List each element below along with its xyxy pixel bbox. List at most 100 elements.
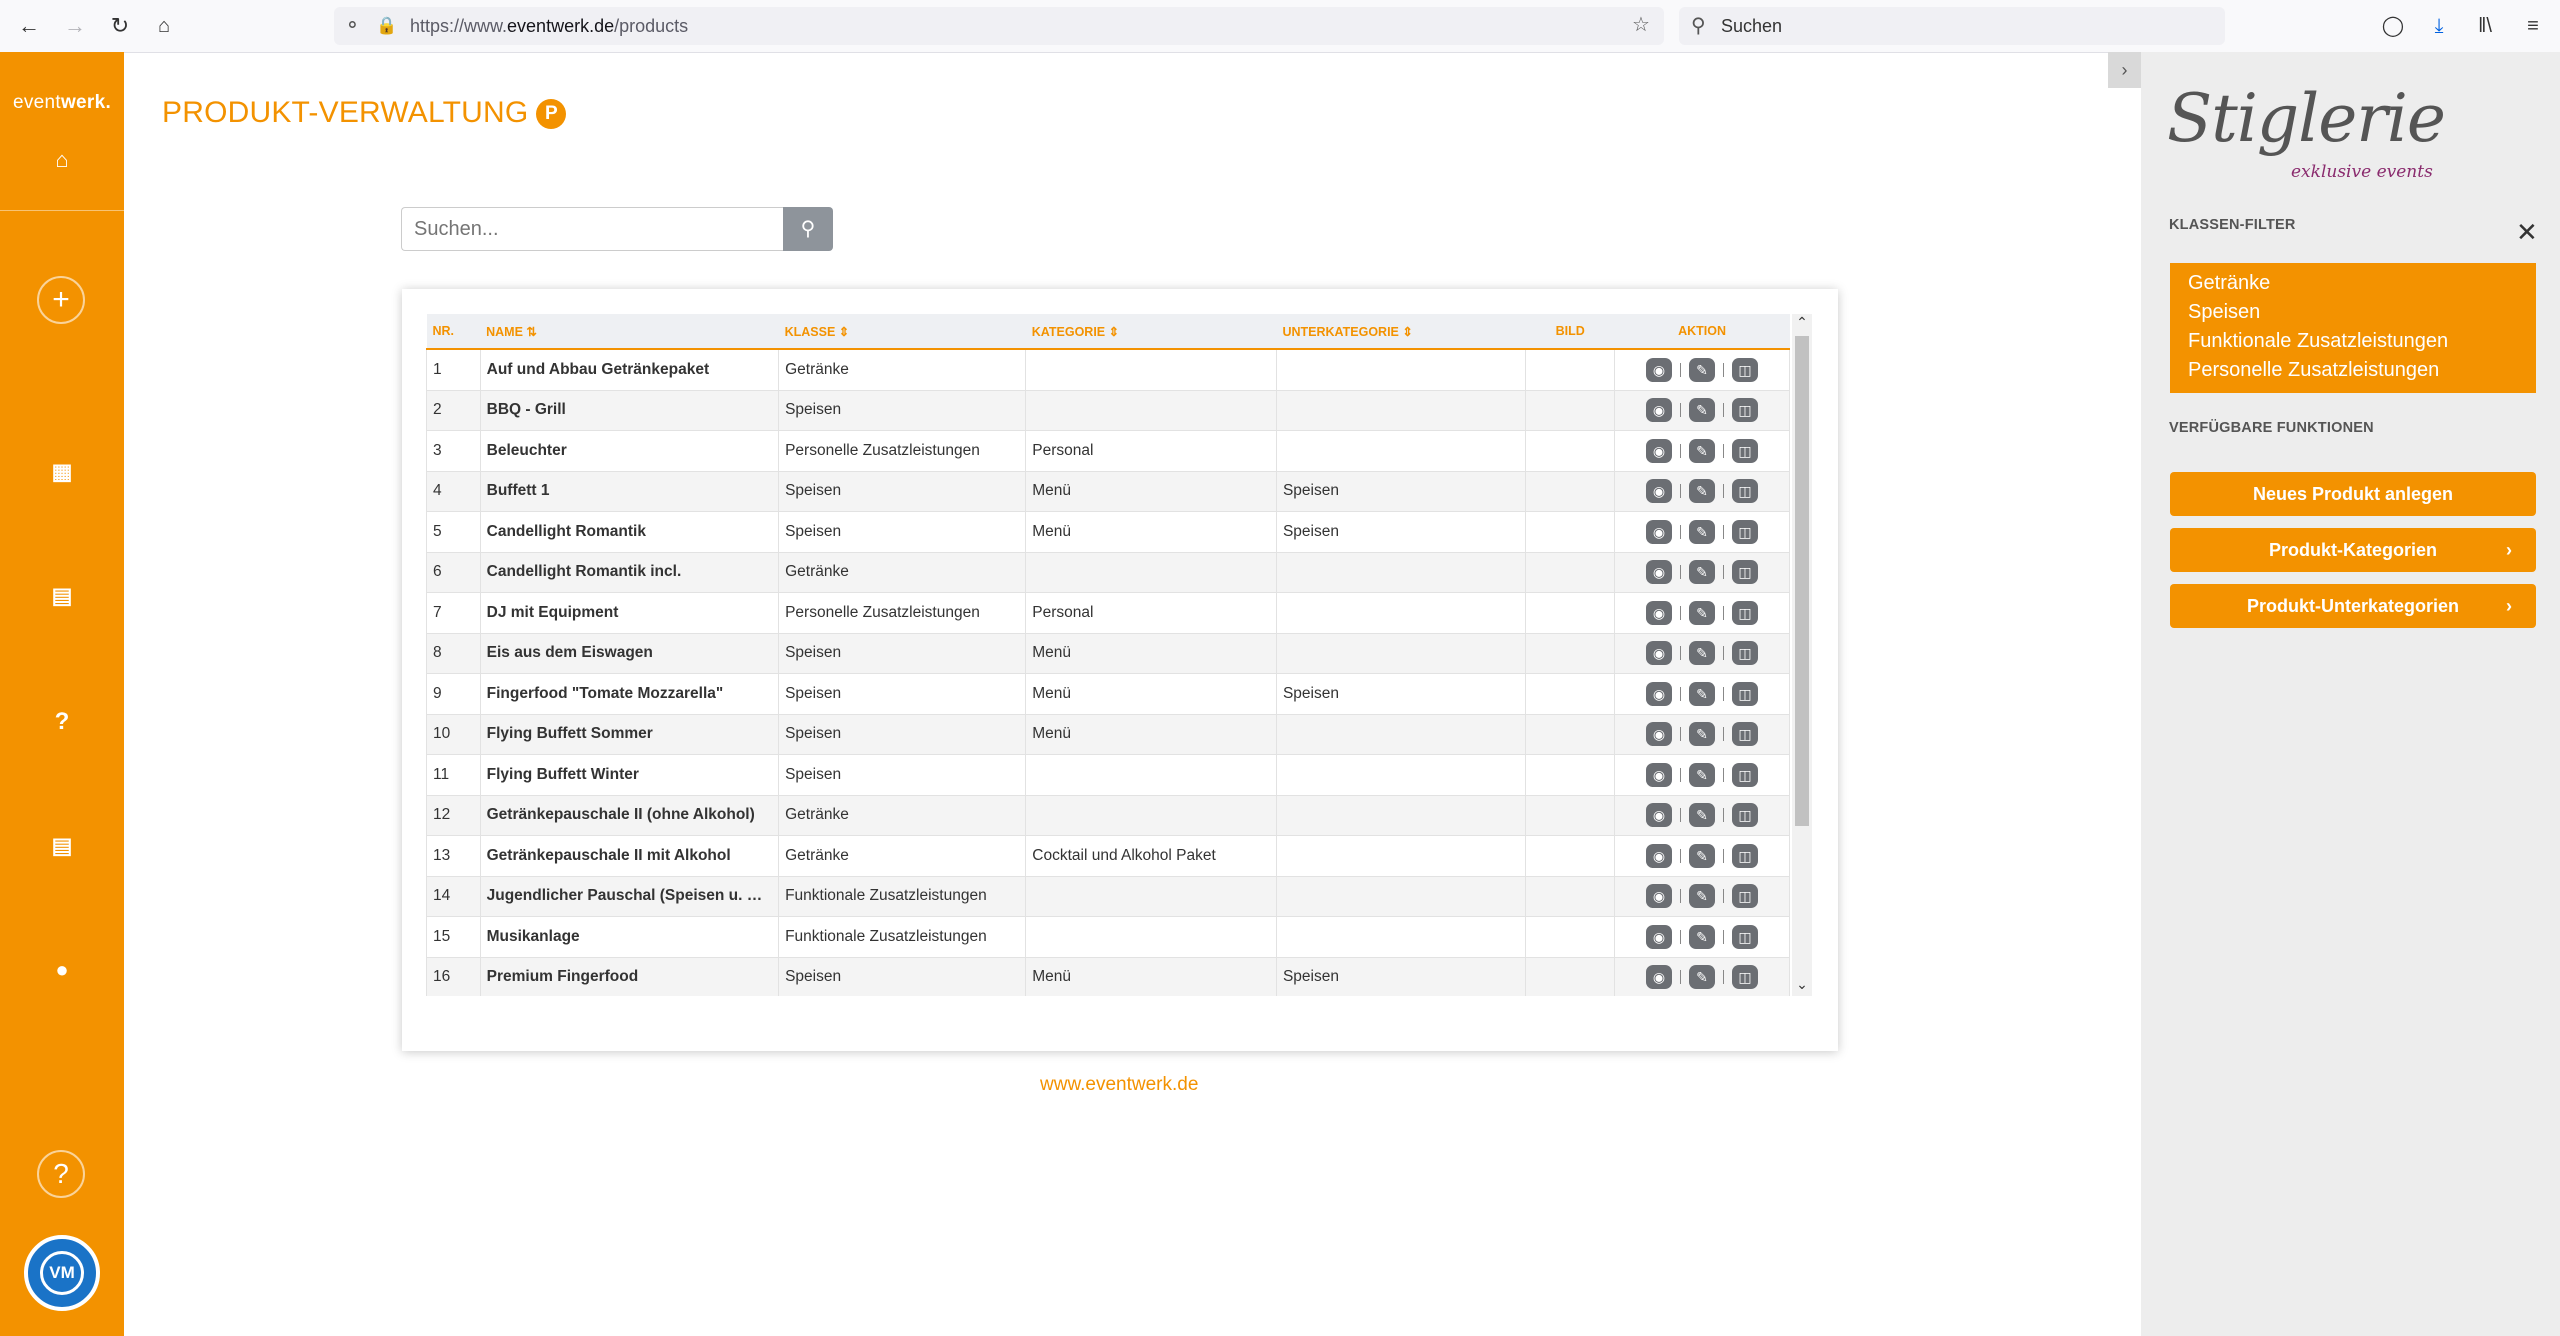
- table-row[interactable]: 6 Candellight Romantik incl. Getränke ◉ ✎ ◫: [426, 551, 1790, 593]
- url-text[interactable]: https://www.eventwerk.de/products: [410, 7, 688, 45]
- product-categories-button[interactable]: Produkt-Kategorien ›: [2170, 528, 2536, 572]
- new-product-button[interactable]: Neues Produkt anlegen: [2170, 472, 2536, 516]
- reload-icon[interactable]: ↻: [105, 11, 135, 41]
- menu-icon[interactable]: ≡: [2518, 11, 2548, 41]
- filter-item-funktionale[interactable]: Funktionale Zusatzleistungen: [2170, 327, 2536, 356]
- trash-icon[interactable]: ◫: [1732, 803, 1759, 828]
- table-row[interactable]: 4 Buffett 1 Speisen Menü Speisen ◉ ✎ ◫: [426, 470, 1790, 512]
- product-search-field[interactable]: [401, 207, 786, 251]
- col-header-name[interactable]: NAME ⇅: [480, 314, 779, 350]
- edit-icon[interactable]: ✎: [1689, 398, 1716, 423]
- scroll-thumb[interactable]: [1795, 336, 1809, 826]
- eye-icon[interactable]: ◉: [1646, 843, 1673, 868]
- home-icon[interactable]: ⌂: [0, 147, 124, 173]
- class-filter-list[interactable]: Getränke Speisen Funktionale Zusatzleist…: [2170, 263, 2536, 393]
- trash-icon[interactable]: ◫: [1732, 762, 1759, 787]
- forward-icon[interactable]: →: [60, 11, 90, 41]
- eye-icon[interactable]: ◉: [1646, 560, 1673, 585]
- search-button[interactable]: ⚲: [783, 207, 833, 251]
- table-scrollbar[interactable]: ⌃ ⌄: [1792, 314, 1812, 996]
- col-header-nr[interactable]: NR.: [426, 314, 481, 350]
- table-row[interactable]: 8 Eis aus dem Eiswagen Speisen Menü ◉ ✎ ◫: [426, 632, 1790, 674]
- table-row[interactable]: 9 Fingerfood "Tomate Mozzarella" Speisen Me…: [426, 673, 1790, 715]
- col-header-kategorie[interactable]: KATEGORIE ⇕: [1025, 314, 1277, 350]
- table-icon[interactable]: ▤: [0, 833, 124, 859]
- table-row[interactable]: 10 Flying Buffett Sommer Speisen Menü ◉ ✎ ◫: [426, 713, 1790, 755]
- footer-link[interactable]: www.eventwerk.de: [1040, 1074, 1198, 1096]
- eye-icon[interactable]: ◉: [1646, 803, 1673, 828]
- eye-icon[interactable]: ◉: [1646, 519, 1673, 544]
- product-subcategories-button[interactable]: Produkt-Unterkategorien ›: [2170, 584, 2536, 628]
- table-row[interactable]: 14 Jugendlicher Pauschal (Speisen u. Getr…: [426, 875, 1790, 917]
- trash-icon[interactable]: ◫: [1732, 560, 1759, 585]
- edit-icon[interactable]: ✎: [1689, 600, 1716, 625]
- edit-icon[interactable]: ✎: [1689, 722, 1716, 747]
- table-row[interactable]: 16 Premium Fingerfood Speisen Menü Speisen ◉ ✎…: [426, 956, 1790, 996]
- table-row[interactable]: 5 Candellight Romantik Speisen Menü Speisen ◉…: [426, 511, 1790, 553]
- table-row[interactable]: 1 Auf und Abbau Getränkepaket Getränke ◉ ✎ ◫: [426, 348, 1790, 391]
- eye-icon[interactable]: ◉: [1646, 884, 1673, 909]
- close-icon[interactable]: ✕: [2516, 217, 2538, 248]
- trash-icon[interactable]: ◫: [1732, 965, 1759, 990]
- filter-item-personelle[interactable]: Personelle Zusatzleistungen: [2170, 356, 2536, 385]
- eye-icon[interactable]: ◉: [1646, 722, 1673, 747]
- trash-icon[interactable]: ◫: [1732, 398, 1759, 423]
- edit-icon[interactable]: ✎: [1689, 438, 1716, 463]
- edit-icon[interactable]: ✎: [1689, 924, 1716, 949]
- help-icon[interactable]: ?: [37, 1150, 85, 1198]
- trash-icon[interactable]: ◫: [1732, 479, 1759, 504]
- edit-icon[interactable]: ✎: [1689, 843, 1716, 868]
- edit-icon[interactable]: ✎: [1689, 479, 1716, 504]
- user-icon[interactable]: ●: [0, 957, 124, 983]
- edit-icon[interactable]: ✎: [1689, 681, 1716, 706]
- chevron-down-icon[interactable]: ⌄: [1792, 976, 1812, 993]
- table-row[interactable]: 13 Getränkepauschale II mit Alkohol Geträn…: [426, 835, 1790, 877]
- trash-icon[interactable]: ◫: [1732, 600, 1759, 625]
- edit-icon[interactable]: ✎: [1689, 357, 1716, 382]
- edit-icon[interactable]: ✎: [1689, 641, 1716, 666]
- eye-icon[interactable]: ◉: [1646, 924, 1673, 949]
- eye-icon[interactable]: ◉: [1646, 438, 1673, 463]
- trash-icon[interactable]: ◫: [1732, 884, 1759, 909]
- pocket-icon[interactable]: ◯: [2378, 11, 2408, 41]
- eye-icon[interactable]: ◉: [1646, 965, 1673, 990]
- edit-icon[interactable]: ✎: [1689, 965, 1716, 990]
- table-row[interactable]: 3 Beleuchter Personelle Zusatzleistungen Pe…: [426, 430, 1790, 472]
- trash-icon[interactable]: ◫: [1732, 843, 1759, 868]
- back-icon[interactable]: ←: [14, 11, 44, 41]
- question-icon[interactable]: ?: [0, 708, 124, 736]
- eye-icon[interactable]: ◉: [1646, 681, 1673, 706]
- chevron-up-icon[interactable]: ⌃: [1792, 314, 1812, 331]
- trash-icon[interactable]: ◫: [1732, 722, 1759, 747]
- list-icon[interactable]: ▤: [0, 583, 124, 609]
- table-row[interactable]: 2 BBQ - Grill Speisen ◉ ✎ ◫: [426, 389, 1790, 431]
- trash-icon[interactable]: ◫: [1732, 641, 1759, 666]
- eye-icon[interactable]: ◉: [1646, 398, 1673, 423]
- eye-icon[interactable]: ◉: [1646, 357, 1673, 382]
- avatar[interactable]: VM: [24, 1235, 100, 1311]
- eye-icon[interactable]: ◉: [1646, 641, 1673, 666]
- url-bar[interactable]: ⚬ 🔒 https://www.eventwerk.de/products ☆: [334, 7, 1664, 45]
- filter-item-getraenke[interactable]: Getränke: [2170, 269, 2536, 298]
- col-header-klasse[interactable]: KLASSE ⇕: [778, 314, 1026, 350]
- eye-icon[interactable]: ◉: [1646, 762, 1673, 787]
- eye-icon[interactable]: ◉: [1646, 479, 1673, 504]
- plus-icon[interactable]: +: [37, 276, 85, 324]
- download-icon[interactable]: ⤓: [2424, 11, 2454, 41]
- table-row[interactable]: 7 DJ mit Equipment Personelle Zusatzleistu…: [426, 592, 1790, 634]
- home-icon[interactable]: ⌂: [149, 11, 179, 41]
- edit-icon[interactable]: ✎: [1689, 519, 1716, 544]
- search-input[interactable]: [402, 208, 786, 250]
- trash-icon[interactable]: ◫: [1732, 681, 1759, 706]
- edit-icon[interactable]: ✎: [1689, 762, 1716, 787]
- table-row[interactable]: 12 Getränkepauschale II (ohne Alkohol) Get…: [426, 794, 1790, 836]
- product-table-wrapper[interactable]: NR. NAME ⇅ KLASSE ⇕ KATEGORIE ⇕ UNTERKAT…: [426, 314, 1816, 996]
- trash-icon[interactable]: ◫: [1732, 924, 1759, 949]
- table-row[interactable]: 11 Flying Buffett Winter Speisen ◉ ✎ ◫: [426, 754, 1790, 796]
- edit-icon[interactable]: ✎: [1689, 884, 1716, 909]
- trash-icon[interactable]: ◫: [1732, 357, 1759, 382]
- library-icon[interactable]: ‖\: [2470, 11, 2500, 41]
- col-header-unterkategorie[interactable]: UNTERKATEGORIE ⇕: [1276, 314, 1526, 350]
- calendar-icon[interactable]: ▦: [0, 459, 124, 485]
- lock-icon[interactable]: 🔒: [376, 12, 397, 40]
